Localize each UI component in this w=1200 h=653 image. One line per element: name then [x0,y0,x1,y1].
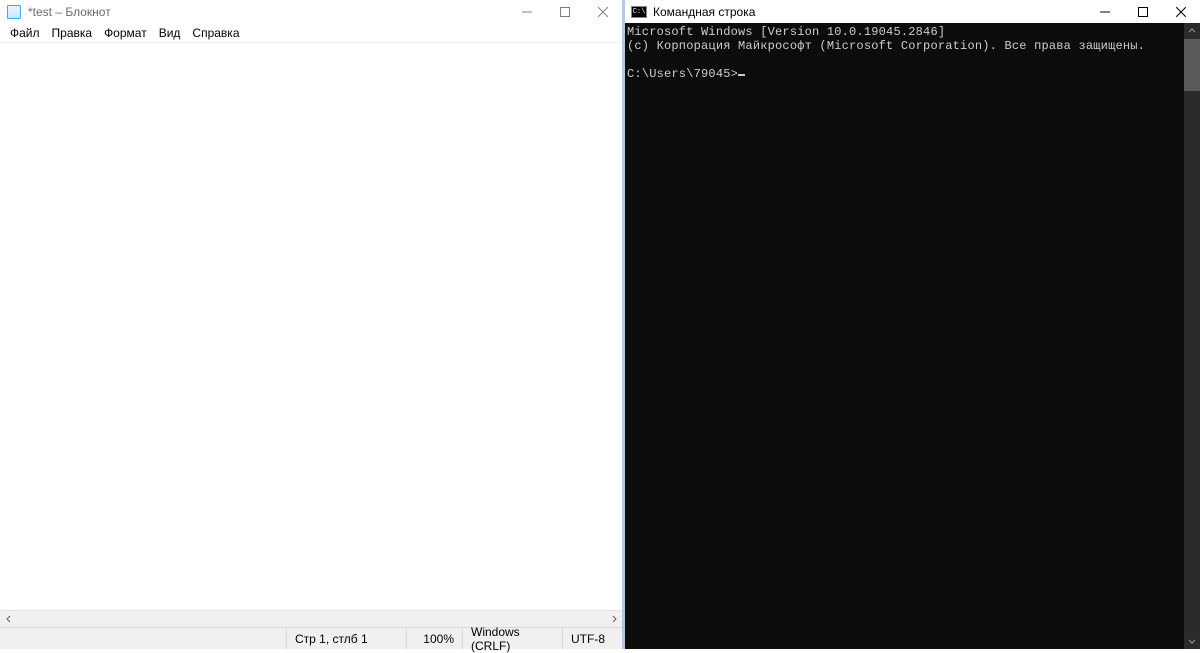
cmd-titlebar[interactable]: C:\ Командная строка [625,0,1200,23]
status-encoding: UTF-8 [562,628,622,649]
menu-edit[interactable]: Правка [46,24,99,42]
status-bar: Стр 1, стлб 1 100% Windows (CRLF) UTF-8 [0,627,622,649]
notepad-window: *test – Блокнот Файл Правка Формат Вид С… [0,0,625,649]
status-line-ending: Windows (CRLF) [462,628,562,649]
close-button[interactable] [1162,0,1200,23]
notepad-text-input[interactable] [0,43,622,610]
cmd-title: Командная строка [653,4,1086,19]
terminal-prompt: C:\Users\79045> [627,67,738,81]
notepad-title: *test – Блокнот [28,4,508,19]
minimize-button[interactable] [1086,0,1124,23]
maximize-button[interactable] [1124,0,1162,23]
menu-bar: Файл Правка Формат Вид Справка [0,23,622,43]
notepad-titlebar[interactable]: *test – Блокнот [0,0,622,23]
notepad-editor-region [0,43,622,610]
cmd-icon: C:\ [631,4,647,20]
maximize-button[interactable] [546,0,584,23]
window-controls [508,0,622,23]
cmd-window: C:\ Командная строка Microsoft Windows [… [625,0,1200,649]
terminal-cursor [738,74,745,76]
window-controls [1086,0,1200,23]
terminal-line: Microsoft Windows [Version 10.0.19045.28… [627,25,945,39]
menu-format[interactable]: Формат [98,24,153,42]
scroll-thumb[interactable] [1184,39,1200,91]
scroll-up-icon[interactable] [1184,23,1200,39]
scroll-left-icon[interactable] [0,611,17,628]
vertical-scrollbar[interactable] [1184,23,1200,649]
minimize-button[interactable] [508,0,546,23]
menu-view[interactable]: Вид [153,24,187,42]
menu-file[interactable]: Файл [4,24,46,42]
cmd-body[interactable]: Microsoft Windows [Version 10.0.19045.28… [625,23,1200,649]
notepad-icon [6,4,22,20]
scroll-down-icon[interactable] [1184,633,1200,649]
status-position: Стр 1, стлб 1 [286,628,406,649]
status-zoom: 100% [406,628,462,649]
close-button[interactable] [584,0,622,23]
terminal-line: (c) Корпорация Майкрософт (Microsoft Cor… [627,39,1145,53]
terminal-output[interactable]: Microsoft Windows [Version 10.0.19045.28… [625,23,1184,649]
menu-help[interactable]: Справка [186,24,245,42]
scroll-right-icon[interactable] [605,611,622,628]
